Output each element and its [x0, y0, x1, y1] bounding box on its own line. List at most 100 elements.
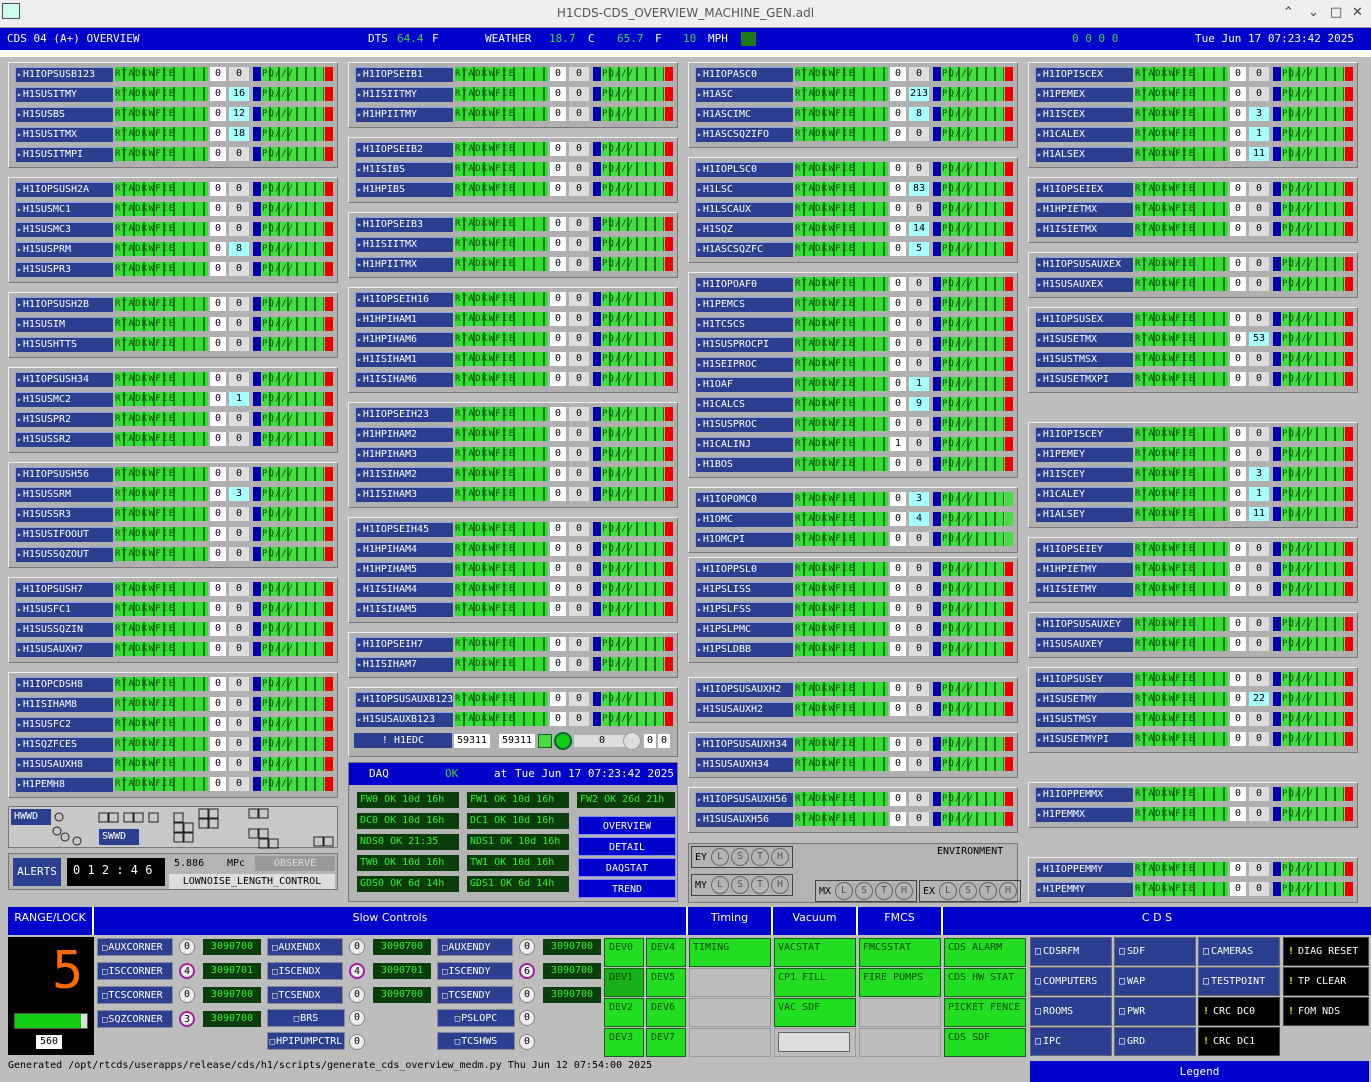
fom-nds-button[interactable]: ! FOM NDS [1283, 997, 1369, 1026]
model-button[interactable]: H1ASC [695, 86, 793, 102]
model-button[interactable]: H1HPIHAM6 [355, 331, 453, 347]
model-button[interactable]: H1ASCSQZIFO [695, 126, 793, 142]
model-button[interactable]: H1IOPPSL0 [695, 561, 793, 577]
model-button[interactable]: H1SUSITMPI [15, 146, 113, 162]
model-button[interactable]: H1HPIBS [355, 181, 453, 197]
model-button[interactable]: H1SUSSR3 [15, 506, 113, 522]
model-button[interactable]: H1HPIHAM1 [355, 311, 453, 327]
crc-dc0-button[interactable]: ! CRC DC0 [1198, 997, 1280, 1026]
dev-button[interactable]: DEV2 [604, 998, 644, 1027]
model-button[interactable]: H1OAF [695, 376, 793, 392]
model-button[interactable]: H1ISIHAM6 [355, 371, 453, 387]
model-button[interactable]: H1OMC [695, 511, 793, 527]
model-button[interactable]: H1IOPASC0 [695, 66, 793, 82]
model-button[interactable]: H1HPIITMX [355, 256, 453, 272]
model-button[interactable]: H1CALINJ [695, 436, 793, 452]
model-button[interactable]: H1IOPSUSAUXH34 [695, 736, 793, 752]
model-button[interactable]: H1ISIHAM1 [355, 351, 453, 367]
model-button[interactable]: H1IOPISCEY [1035, 426, 1133, 442]
model-button[interactable]: H1SUSTMSX [1035, 351, 1133, 367]
model-button[interactable]: H1IOPSEIEY [1035, 541, 1133, 557]
model-button[interactable]: H1IOPSUSH2B [15, 296, 113, 312]
model-button[interactable]: H1SUSETMY [1035, 691, 1133, 707]
model-button[interactable]: H1ISIHAM3 [355, 486, 453, 502]
model-button[interactable]: H1IOPOMC0 [695, 491, 793, 507]
slow-control-button[interactable]: ISCENDY [437, 962, 513, 980]
cds-sdf-button[interactable]: CDS SDF [944, 1028, 1026, 1057]
legend-button[interactable]: Legend [1030, 1061, 1369, 1082]
model-button[interactable]: H1PEMMX [1035, 806, 1133, 822]
computers-button[interactable]: COMPUTERS [1030, 967, 1112, 996]
testpoint-button[interactable]: TESTPOINT [1198, 967, 1280, 996]
timing-button[interactable]: TIMING [689, 938, 771, 967]
slow-control-button[interactable]: AUXENDX [267, 938, 343, 956]
model-button[interactable]: H1ISIHAM8 [15, 696, 113, 712]
tcshws-button[interactable]: TCSHWS [437, 1032, 515, 1050]
model-button[interactable]: H1SUSAUXH7 [15, 641, 113, 657]
model-button[interactable]: H1HPIHAM2 [355, 426, 453, 442]
model-button[interactable]: H1PEMH8 [15, 776, 113, 792]
model-button[interactable]: H1CALCS [695, 396, 793, 412]
model-button[interactable]: H1IOPSUSAUXH56 [695, 791, 793, 807]
slow-control-button[interactable]: SQZCORNER [97, 1010, 173, 1028]
model-button[interactable]: H1PSLFSS [695, 601, 793, 617]
dev-button[interactable]: DEV4 [646, 938, 686, 967]
model-button[interactable]: H1PSLDBB [695, 641, 793, 657]
model-button[interactable]: H1IOPSUSH34 [15, 371, 113, 387]
model-button[interactable]: H1LSC [695, 181, 793, 197]
model-button[interactable]: H1SUSHTTS [15, 336, 113, 352]
cp1-fill-button[interactable]: CP1 FILL [774, 968, 856, 997]
model-button[interactable]: H1SUSPROCPI [695, 336, 793, 352]
model-button[interactable]: H1SUSAUXH56 [695, 811, 793, 827]
model-button[interactable]: H1IOPCDSH8 [15, 676, 113, 692]
model-button[interactable]: H1SUSMC1 [15, 201, 113, 217]
model-button[interactable]: H1HPIITMY [355, 106, 453, 122]
model-button[interactable]: H1SUSSR2 [15, 431, 113, 447]
model-button[interactable]: H1IOPSUSEX [1035, 311, 1133, 327]
wap-button[interactable]: WAP [1114, 967, 1196, 996]
model-button[interactable]: H1ISIETMX [1035, 221, 1133, 237]
edc-button[interactable]: ! H1EDC [354, 733, 452, 748]
slow-control-button[interactable]: ISCENDX [267, 962, 343, 980]
tp-clear-button[interactable]: ! TP CLEAR [1283, 967, 1369, 996]
model-button[interactable]: H1LSCAUX [695, 201, 793, 217]
model-button[interactable]: H1SQZFCES [15, 736, 113, 752]
model-button[interactable]: H1IOPSEIB1 [355, 66, 453, 82]
model-button[interactable]: H1SUSAUXB123 [355, 711, 453, 727]
slow-control-button[interactable]: TCSCORNER [97, 986, 173, 1004]
minimize-icon[interactable]: ⌄ [1308, 5, 1319, 20]
model-button[interactable]: H1IOPSUSH7 [15, 581, 113, 597]
model-button[interactable]: H1IOPOAF0 [695, 276, 793, 292]
model-button[interactable]: H1CALEX [1035, 126, 1133, 142]
cameras-button[interactable]: CAMERAS [1198, 937, 1280, 966]
model-button[interactable]: H1ISIHAM4 [355, 581, 453, 597]
crc-dc1-button[interactable]: ! CRC DC1 [1198, 1027, 1280, 1056]
model-button[interactable]: H1SQZ [695, 221, 793, 237]
model-button[interactable]: H1ISCEY [1035, 466, 1133, 482]
model-button[interactable]: H1SUSPR2 [15, 411, 113, 427]
model-button[interactable]: H1PEMCS [695, 296, 793, 312]
dev-button[interactable]: DEV6 [646, 998, 686, 1027]
model-button[interactable]: H1PSLPMC [695, 621, 793, 637]
slow-control-button[interactable]: TCSENDY [437, 986, 513, 1004]
model-button[interactable]: H1SUSETMX [1035, 331, 1133, 347]
fmcsstat-button[interactable]: FMCSSTAT [859, 938, 941, 967]
grd-button[interactable]: GRD [1114, 1027, 1196, 1056]
model-button[interactable]: H1IOPSEIEX [1035, 181, 1133, 197]
model-button[interactable]: H1PEMEX [1035, 86, 1133, 102]
model-button[interactable]: H1SUSAUXH2 [695, 701, 793, 717]
model-button[interactable]: H1PEMEY [1035, 446, 1133, 462]
pslopc-button[interactable]: PSLOPC [437, 1009, 515, 1027]
model-button[interactable]: H1ISIHAM7 [355, 656, 453, 672]
model-button[interactable]: H1OMCPI [695, 531, 793, 547]
model-button[interactable]: H1SUSIFOOUT [15, 526, 113, 542]
model-button[interactable]: H1SUSSQZIN [15, 621, 113, 637]
model-button[interactable]: H1ISIHAM2 [355, 466, 453, 482]
model-button[interactable]: H1HPIHAM5 [355, 561, 453, 577]
model-button[interactable]: H1SUSSRM [15, 486, 113, 502]
maximize-icon[interactable]: □ [1330, 5, 1342, 20]
model-button[interactable]: H1IOPSUSB123 [15, 66, 113, 82]
cdsrfm-button[interactable]: CDSRFM [1030, 937, 1112, 966]
model-button[interactable]: H1IOPSEIH7 [355, 636, 453, 652]
model-button[interactable]: H1IOPSUSH2A [15, 181, 113, 197]
